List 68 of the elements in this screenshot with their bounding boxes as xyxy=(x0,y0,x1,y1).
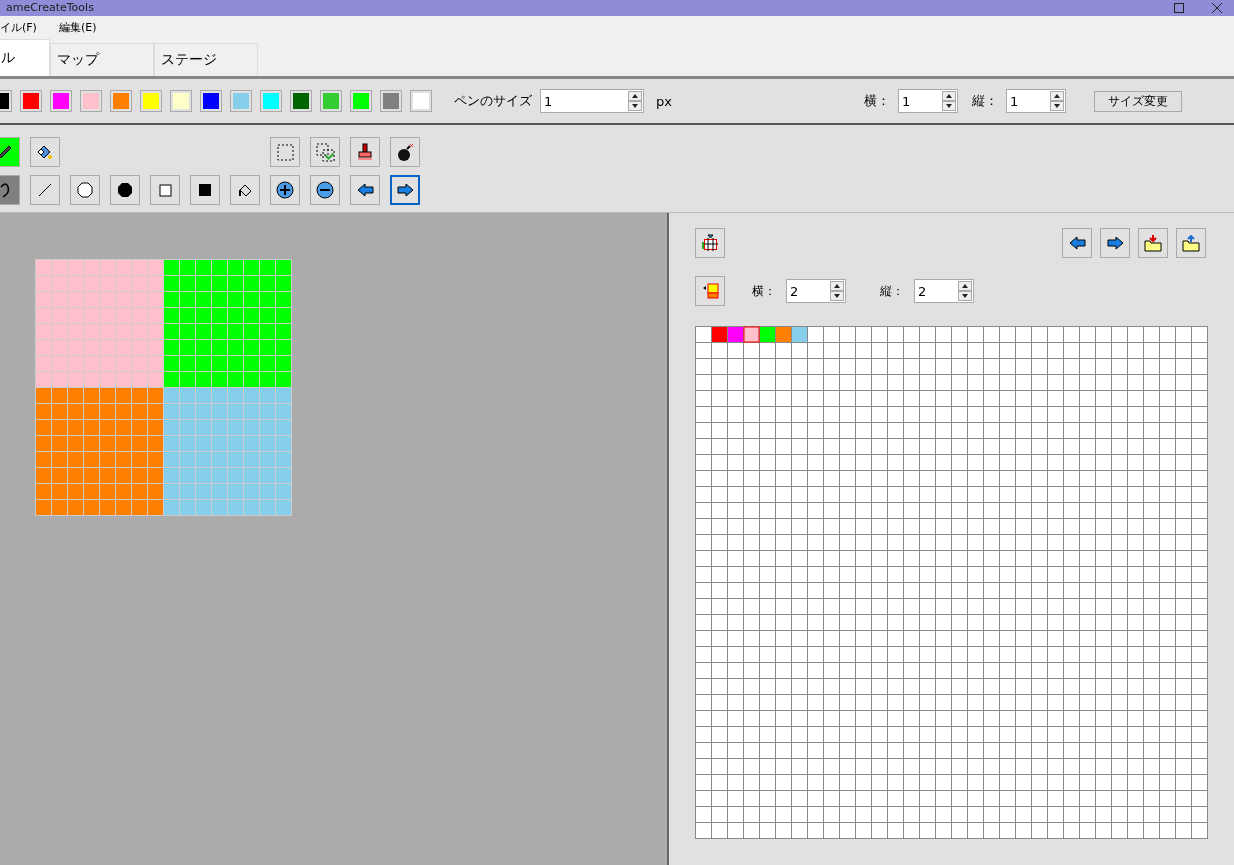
selection-icon xyxy=(276,143,294,161)
tool-button[interactable] xyxy=(190,175,220,205)
eraser-icon xyxy=(37,144,53,160)
tile[interactable] xyxy=(792,327,807,342)
close-icon[interactable] xyxy=(1212,3,1222,13)
menu-item[interactable]: 編集(E) xyxy=(58,20,97,35)
zoom-in-icon xyxy=(276,181,294,199)
unit-label: px xyxy=(656,93,672,109)
number-field[interactable]: 1 xyxy=(898,89,958,113)
line-icon xyxy=(38,183,52,197)
height-label: 縦： xyxy=(880,282,904,300)
pencil-icon xyxy=(0,145,12,159)
tab[interactable]: マップ xyxy=(50,43,154,76)
menu-item[interactable]: イル(F) xyxy=(0,20,37,35)
curve-icon xyxy=(0,182,10,198)
tab[interactable]: ル xyxy=(0,39,50,76)
width-label: 横： xyxy=(864,92,890,110)
number-field[interactable]: 1 xyxy=(1006,89,1066,113)
tool-button[interactable] xyxy=(695,228,725,258)
octagon-filled-icon xyxy=(117,182,133,198)
window-title: ameCreateTools xyxy=(6,1,94,15)
tile[interactable] xyxy=(743,326,760,343)
left-arrow-icon xyxy=(356,183,374,197)
tool-button[interactable] xyxy=(30,137,60,167)
tool-button[interactable] xyxy=(350,137,380,167)
tool-button[interactable] xyxy=(230,175,260,205)
spinner-icon[interactable] xyxy=(628,91,642,111)
spinner-icon[interactable] xyxy=(942,91,956,111)
resize-button[interactable]: サイズ変更 xyxy=(1094,90,1182,112)
tool-button[interactable] xyxy=(1062,228,1092,258)
tile-grid-icon xyxy=(701,234,719,252)
tile-grid[interactable] xyxy=(695,326,1208,839)
spinner-icon[interactable] xyxy=(958,281,972,301)
left-arrow-icon xyxy=(1068,236,1086,250)
number-field[interactable]: 1 xyxy=(540,89,644,113)
tile[interactable] xyxy=(728,327,743,342)
folder-upload-icon xyxy=(1182,234,1200,252)
tool-button[interactable] xyxy=(270,175,300,205)
tool-button[interactable] xyxy=(310,175,340,205)
right-arrow-icon xyxy=(1106,236,1124,250)
folder-download-icon xyxy=(1144,234,1162,252)
height-label: 縦： xyxy=(972,92,998,110)
pen-size-label: ペンのサイズ xyxy=(454,92,532,110)
tile[interactable] xyxy=(712,327,727,342)
tool-button[interactable] xyxy=(390,175,420,205)
maximize-icon[interactable] xyxy=(1174,3,1184,13)
number-field[interactable]: 2 xyxy=(914,279,974,303)
spinner-icon[interactable] xyxy=(830,281,844,301)
square-outline-icon xyxy=(158,183,172,197)
octagon-outline-icon xyxy=(77,182,93,198)
tool-button[interactable] xyxy=(350,175,380,205)
square-filled-icon xyxy=(198,183,212,197)
number-field[interactable]: 2 xyxy=(786,279,846,303)
zoom-out-icon xyxy=(316,181,334,199)
tool-button[interactable] xyxy=(390,137,420,167)
bomb-icon xyxy=(396,142,414,162)
tool-button[interactable] xyxy=(110,175,140,205)
tile[interactable] xyxy=(760,327,775,342)
copy-selection-icon xyxy=(315,142,335,162)
paint-bucket-icon xyxy=(238,183,252,197)
right-arrow-icon xyxy=(396,183,414,197)
tab[interactable]: ステージ xyxy=(154,43,258,76)
spinner-icon[interactable] xyxy=(1050,91,1064,111)
width-label: 横： xyxy=(752,282,776,300)
tool-button[interactable] xyxy=(1100,228,1130,258)
tile[interactable] xyxy=(776,327,791,342)
tile-insert-icon xyxy=(701,283,719,299)
stamp-icon xyxy=(357,143,373,161)
